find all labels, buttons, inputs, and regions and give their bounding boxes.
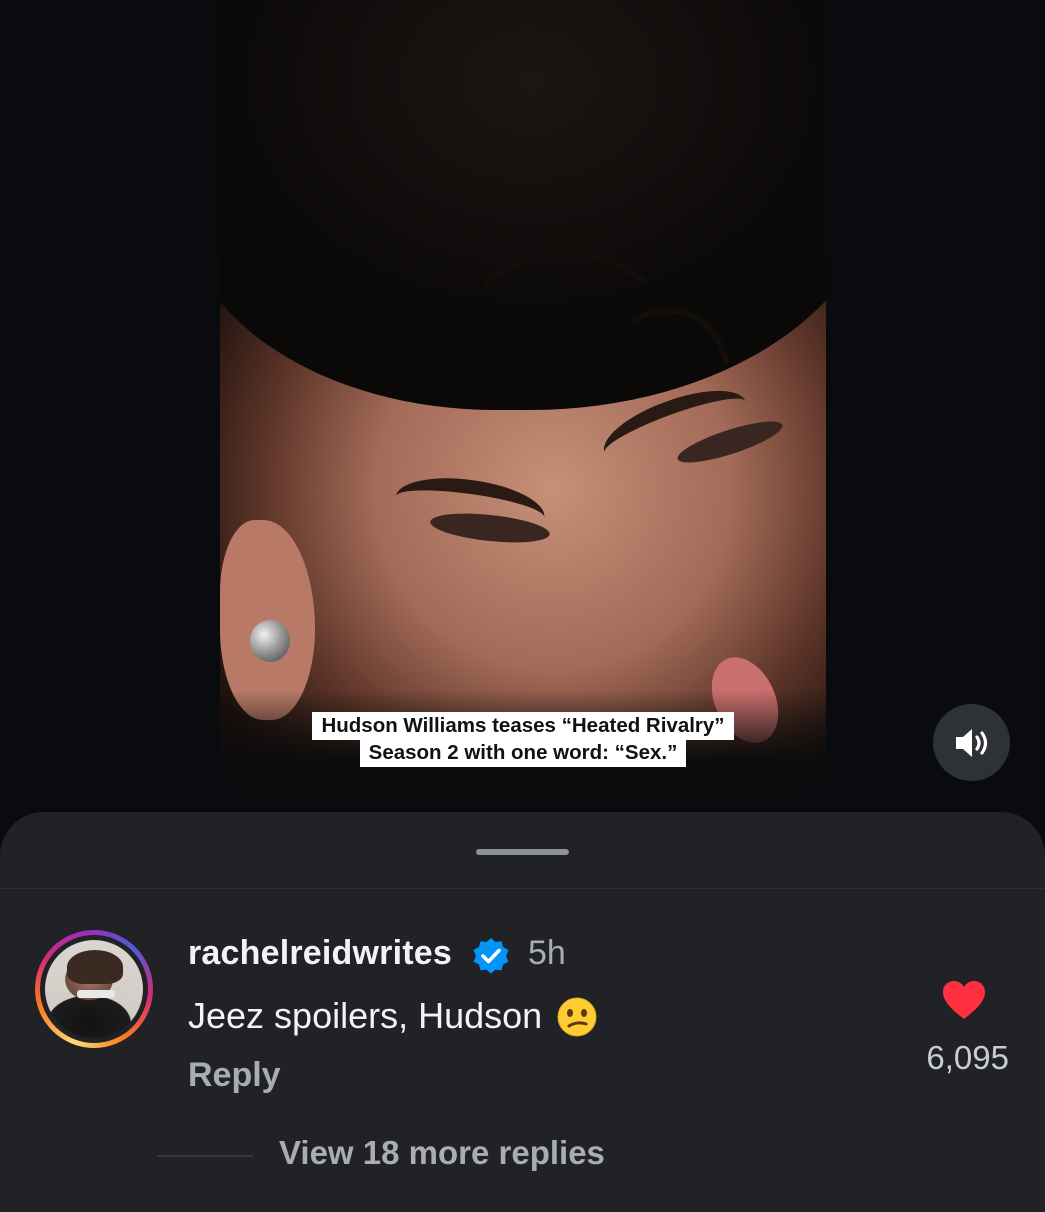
confused-face-emoji-icon xyxy=(557,997,597,1037)
comment-username[interactable]: rachelreidwrites xyxy=(188,934,452,973)
verified-badge-icon xyxy=(473,938,509,974)
sheet-divider xyxy=(0,888,1045,889)
comment-text-row: Jeez spoilers, Hudson xyxy=(188,995,598,1037)
video-caption: Hudson Williams teases “Heated Rivalry” … xyxy=(275,712,771,767)
video-frame-earring xyxy=(250,620,290,662)
replies-connector-line xyxy=(157,1155,253,1157)
speaker-icon xyxy=(955,728,987,757)
like-count: 6,095 xyxy=(926,1039,1009,1076)
view-more-replies-button[interactable]: View 18 more replies xyxy=(279,1134,605,1172)
comment-text: Jeez spoilers, Hudson xyxy=(188,995,543,1036)
sheet-drag-handle[interactable] xyxy=(476,849,569,855)
video-caption-line-1: Hudson Williams teases “Heated Rivalry” xyxy=(312,712,734,740)
like-heart-icon[interactable] xyxy=(941,979,987,1021)
video-player[interactable] xyxy=(220,0,826,790)
video-caption-line-2: Season 2 with one word: “Sex.” xyxy=(359,739,687,767)
avatar-hair xyxy=(67,950,123,984)
sound-toggle-button[interactable] xyxy=(933,704,1010,781)
avatar xyxy=(45,940,143,1038)
avatar-detail xyxy=(77,990,115,998)
avatar-story-ring[interactable] xyxy=(35,930,153,1048)
reply-button[interactable]: Reply xyxy=(188,1056,281,1095)
comment-timestamp: 5h xyxy=(528,934,566,972)
